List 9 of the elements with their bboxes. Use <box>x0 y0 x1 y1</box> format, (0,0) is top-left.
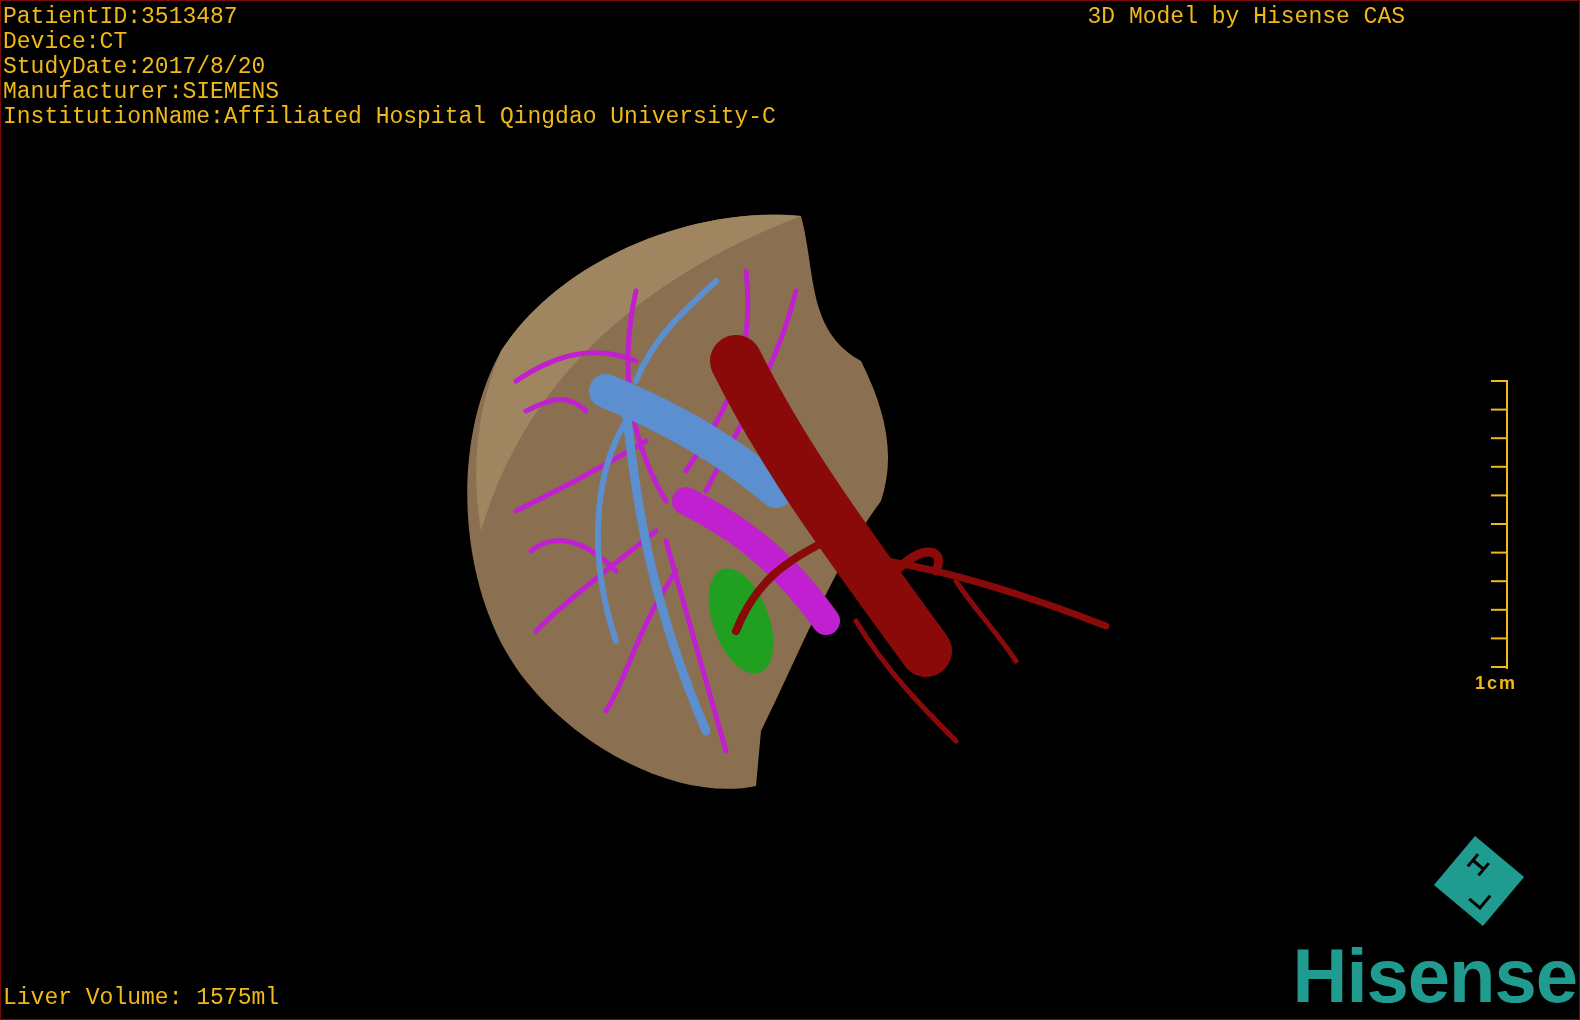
scale-label: 1cm <box>1474 673 1517 694</box>
patient-info-line: InstitutionName:Affiliated Hospital Qingdao University-C <box>3 105 776 130</box>
patient-info-line: PatientID:3513487 <box>3 5 239 30</box>
viewer-title: 3D Model by Hisense CAS <box>1087 5 1405 30</box>
patient-info-line: Manufacturer:SIEMENS <box>3 80 281 105</box>
patient-info-line: StudyDate:2017/8/20 <box>3 55 267 80</box>
liver-volume-text: Liver Volume: 1575ml <box>2 986 280 1013</box>
patient-info-line: Device:CT <box>3 30 129 55</box>
logo-text: Hisense <box>1292 941 1577 1011</box>
